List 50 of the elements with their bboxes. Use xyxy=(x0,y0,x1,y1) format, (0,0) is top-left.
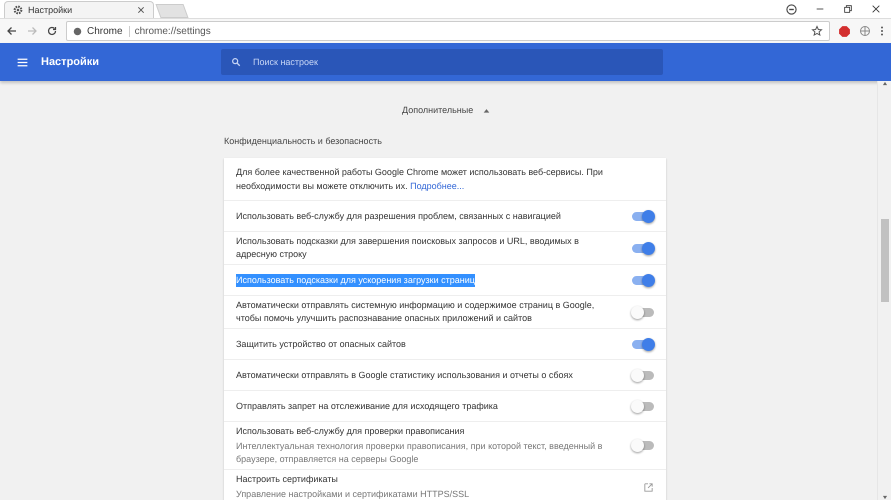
scrollbar-thumb[interactable] xyxy=(880,219,888,302)
toggle-switch[interactable] xyxy=(632,441,654,450)
setting-label: Защитить устройство от опасных сайтов xyxy=(236,338,406,350)
restore-icon xyxy=(843,4,853,14)
down-arrow-icon xyxy=(882,495,888,500)
setting-label: Автоматически отправлять в Google статистику использования и отчеты о сбоях xyxy=(236,368,573,382)
section-title: Конфиденциальность и безопасность xyxy=(224,136,382,146)
toggle-switch[interactable] xyxy=(632,244,654,252)
new-tab-button[interactable] xyxy=(155,4,189,18)
forward-arrow-icon xyxy=(26,25,38,37)
info-text: Для более качественной работы Google Chrome может использовать веб-сервисы. При необходимости вы можете отключить их. Подробнее... xyxy=(236,166,604,193)
tab-title: Настройки xyxy=(28,5,74,15)
setting-label: Использовать подсказки для ускорения загрузки страниц xyxy=(236,274,475,286)
setting-label: Настроить сертификаты xyxy=(236,473,338,486)
reload-icon xyxy=(46,25,58,37)
stop-sign-icon xyxy=(838,24,851,38)
gear-icon xyxy=(13,5,23,15)
toggle-switch[interactable] xyxy=(632,370,654,380)
setting-description: Интеллектуальная технология проверки правописания, при которой текст, введенный в браузере, отправляется на серверы Google xyxy=(236,440,604,466)
setting-label: Отправлять запрет на отслеживание для исходящего трафика xyxy=(236,400,498,412)
menu-icon xyxy=(16,56,29,68)
info-icon xyxy=(73,26,82,36)
search-icon xyxy=(231,57,241,67)
toggle-switch[interactable] xyxy=(632,212,654,220)
header-title: Настройки xyxy=(41,56,100,68)
more-icon xyxy=(879,25,885,37)
close-icon xyxy=(871,4,881,14)
star-icon xyxy=(811,25,823,37)
setting-label: Использовать веб-службу для проверки правописания xyxy=(236,425,464,438)
back-arrow-icon xyxy=(6,25,18,37)
setting-label: Использовать веб-службу для разрешения проблем, связанных с навигацией xyxy=(236,210,561,222)
profile-icon xyxy=(786,4,797,14)
toggle-switch[interactable] xyxy=(632,402,654,410)
caret-icon xyxy=(483,108,490,112)
close-icon xyxy=(137,6,145,14)
setting-label: Использовать подсказки для завершения поисковых запросов и URL, вводимых в адресную строку xyxy=(236,235,580,261)
globe-icon xyxy=(859,25,871,37)
external-link-icon xyxy=(643,482,654,492)
up-arrow-icon xyxy=(882,81,888,86)
address-bar[interactable]: Chrome chrome://settings xyxy=(66,21,830,41)
setting-description: Управление настройками и сертификатами HTTPS/SSL xyxy=(236,488,470,500)
toggle-switch[interactable] xyxy=(632,276,654,284)
scrollbar[interactable] xyxy=(877,81,891,500)
toggle-switch[interactable] xyxy=(632,340,654,348)
advanced-toggle[interactable]: Дополнительные xyxy=(398,101,494,119)
browser-tab[interactable]: Настройки xyxy=(4,1,154,18)
setting-label: Автоматически отправлять системную информацию и содержимое страниц в Google, чтобы помочь улучшить распознавание опасных приложений и сайтов xyxy=(236,299,596,325)
search-field[interactable]: Поиск настроек xyxy=(221,49,663,75)
more-link[interactable]: Подробнее... xyxy=(410,181,464,191)
toggle-switch[interactable] xyxy=(632,308,654,316)
